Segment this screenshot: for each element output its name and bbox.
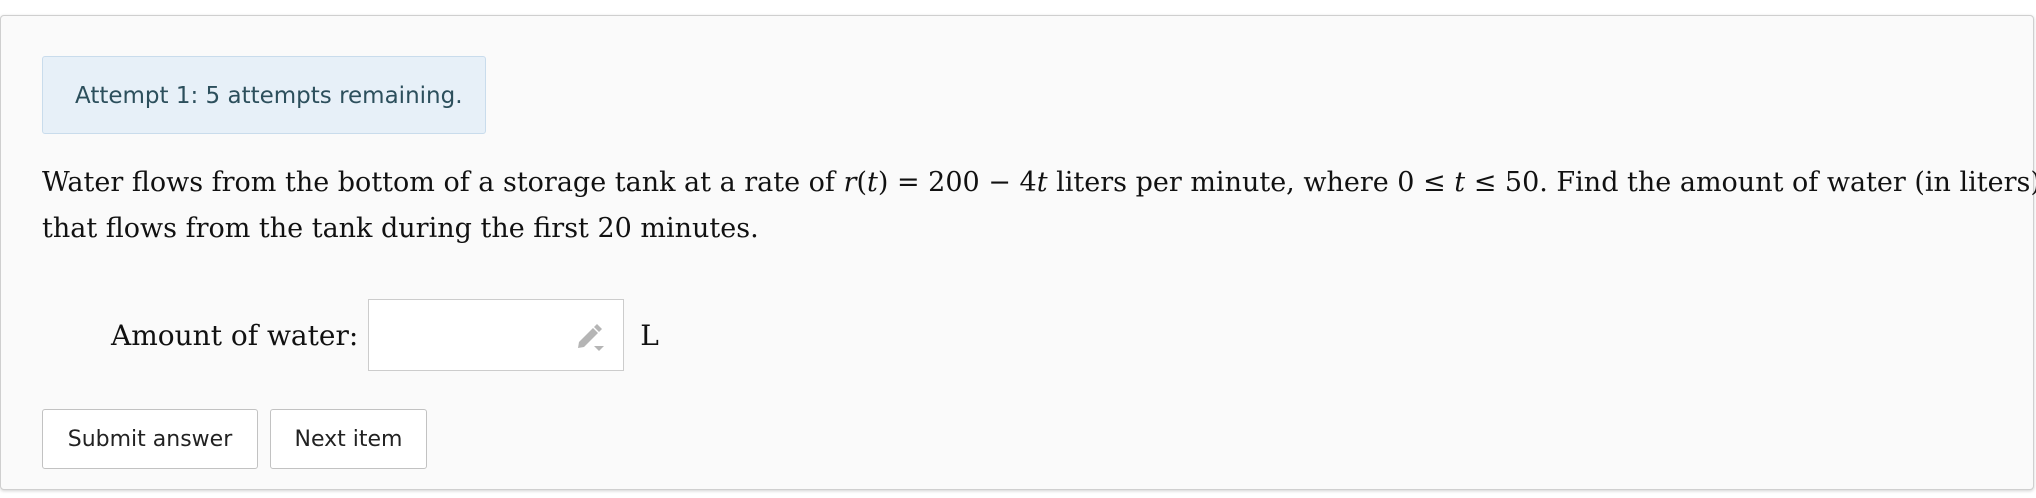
amount-of-water-input[interactable] xyxy=(368,299,625,371)
domain-inequality: 0 ≤ t ≤ 50 xyxy=(1397,167,1540,198)
next-item-button[interactable]: Next item xyxy=(270,409,427,469)
submit-answer-button[interactable]: Submit answer xyxy=(42,409,258,469)
question-card: Attempt 1: 5 attempts remaining. Water f… xyxy=(0,15,2036,490)
rate-formula: r(t) = 200 − 4t xyxy=(843,167,1048,198)
question-line-2: that flows from the tank during the firs… xyxy=(42,213,759,244)
answer-label: Amount of water: xyxy=(111,318,359,352)
attempts-text: Attempt 1: 5 attempts remaining. xyxy=(75,83,463,109)
unit-label: L xyxy=(640,318,659,352)
pencil-dropdown-icon[interactable] xyxy=(573,320,607,354)
attempts-alert: Attempt 1: 5 attempts remaining. xyxy=(42,56,486,134)
question-line-1: Water flows from the bottom of a storage… xyxy=(42,167,2036,198)
question-text: Water flows from the bottom of a storage… xyxy=(42,160,2036,252)
answer-row: Amount of water: L xyxy=(111,299,659,371)
